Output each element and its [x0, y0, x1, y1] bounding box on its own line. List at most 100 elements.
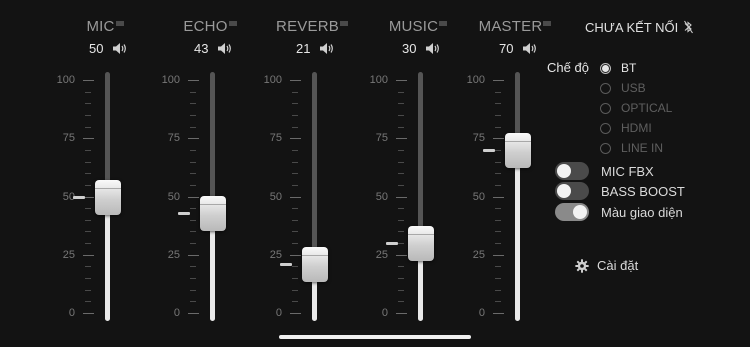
scale-minor-tick [398, 114, 404, 116]
scale-minor-tick [292, 91, 298, 93]
fader-fill [105, 196, 110, 321]
scale-minor-tick [292, 266, 298, 268]
scale-minor-tick [292, 173, 298, 175]
mode-label: Chế độ [547, 60, 589, 75]
scale-major-tick [188, 138, 199, 140]
scale-label: 25 [375, 248, 388, 261]
scale-minor-tick [85, 231, 91, 233]
mode-option-usb[interactable]: USB [600, 80, 646, 96]
scale-major-tick [83, 313, 94, 314]
scale-major-tick [290, 313, 301, 314]
fader-knob[interactable] [408, 226, 434, 262]
scale-major-tick [83, 254, 94, 256]
scale-major-tick [290, 254, 301, 256]
scale-minor-tick [190, 173, 196, 175]
scale-minor-tick [292, 231, 298, 233]
settings-button[interactable]: Cài đặt [575, 258, 638, 273]
scale-minor-tick [85, 161, 91, 163]
scale-label: 100 [369, 74, 388, 86]
scale-minor-tick [495, 289, 501, 291]
channel-strip-music: MUSIC 30 100 75 50 25 0 [368, 0, 468, 347]
scale-major-tick [493, 254, 504, 256]
mode-option-hdmi[interactable]: HDMI [600, 120, 652, 136]
scale-label: 100 [466, 74, 485, 86]
fader-knob[interactable] [302, 247, 328, 283]
fader-knob[interactable] [505, 132, 531, 168]
radio-button[interactable] [600, 122, 611, 134]
scale-minor-tick [85, 266, 91, 268]
scale-major-tick [396, 313, 407, 314]
scale-minor-tick [398, 149, 404, 151]
scale-minor-tick [85, 173, 91, 175]
mode-option-line-in[interactable]: LINE IN [600, 140, 663, 156]
scale-label: 25 [62, 248, 75, 261]
scale-minor-tick [292, 219, 298, 221]
scale-minor-tick [292, 126, 298, 128]
scale-minor-tick [292, 161, 298, 163]
scale-label: 25 [269, 248, 282, 261]
scale-label: 50 [62, 190, 75, 203]
radio-button[interactable] [600, 82, 611, 94]
scale-label: 0 [478, 307, 485, 319]
scale-major-tick [290, 80, 301, 81]
scale-label: 50 [167, 190, 180, 203]
toggle-label: Màu giao diện [601, 204, 683, 220]
mode-option-label: BT [621, 61, 637, 75]
channel-strip-reverb: REVERB 21 100 75 50 25 0 [262, 0, 362, 347]
scale-label: 50 [375, 190, 388, 203]
scale-label: 25 [167, 248, 180, 261]
scale-minor-tick [398, 91, 404, 93]
scale-minor-tick [495, 231, 501, 233]
scale-minor-tick [190, 231, 196, 233]
scale-minor-tick [85, 126, 91, 128]
scale-major-tick [396, 196, 407, 198]
radio-button[interactable] [600, 62, 611, 74]
scale-major-tick [83, 80, 94, 81]
mode-option-optical[interactable]: OPTICAL [600, 100, 672, 116]
scale-label: 0 [173, 307, 180, 319]
scale-minor-tick [292, 301, 298, 303]
scale-label: 75 [375, 132, 388, 145]
toggle-switch[interactable] [555, 203, 589, 221]
scale-major-tick [396, 80, 407, 81]
scale-minor-tick [85, 289, 91, 291]
scale-minor-tick [398, 208, 404, 210]
toggle-row-0: MIC FBX [555, 162, 654, 180]
scale-minor-tick [85, 243, 91, 245]
settings-panel: CHƯA KẾT NỐI Chế độ BT USB OPTICAL HDMI LINE… [540, 0, 750, 347]
scale-minor-tick [292, 149, 298, 151]
scale-minor-tick [398, 173, 404, 175]
radio-button[interactable] [600, 142, 611, 154]
radio-button[interactable] [600, 102, 611, 114]
fader-track[interactable] [418, 72, 423, 321]
scale-minor-tick [190, 91, 196, 93]
fader-track[interactable] [312, 72, 317, 321]
scale-minor-tick [398, 266, 404, 268]
fader-knob[interactable] [95, 179, 121, 215]
toggle-thumb [557, 184, 571, 198]
scale-minor-tick [495, 266, 501, 268]
scale-minor-tick [292, 289, 298, 291]
scale-major-tick [290, 196, 301, 198]
bluetooth-off-icon [683, 20, 693, 34]
scale-minor-tick [495, 301, 501, 303]
toggle-row-1: BASS BOOST [555, 182, 685, 200]
mode-option-bt[interactable]: BT [600, 60, 636, 76]
level-marker [386, 242, 398, 246]
bluetooth-status-label: CHƯA KẾT NỐI [585, 20, 679, 35]
scale-minor-tick [190, 243, 196, 245]
scale-minor-tick [398, 278, 404, 280]
scale-minor-tick [495, 219, 501, 221]
scale-minor-tick [190, 208, 196, 210]
mode-option-label: USB [621, 81, 646, 95]
toggle-switch[interactable] [555, 182, 589, 200]
scale-major-tick [396, 138, 407, 140]
toggle-switch[interactable] [555, 162, 589, 180]
fader-track[interactable] [515, 72, 520, 321]
scale-label: 50 [269, 190, 282, 203]
scale-minor-tick [495, 114, 501, 116]
scale-label: 100 [56, 74, 75, 86]
fader-knob[interactable] [200, 195, 226, 231]
scale-minor-tick [495, 91, 501, 93]
scale-minor-tick [190, 301, 196, 303]
